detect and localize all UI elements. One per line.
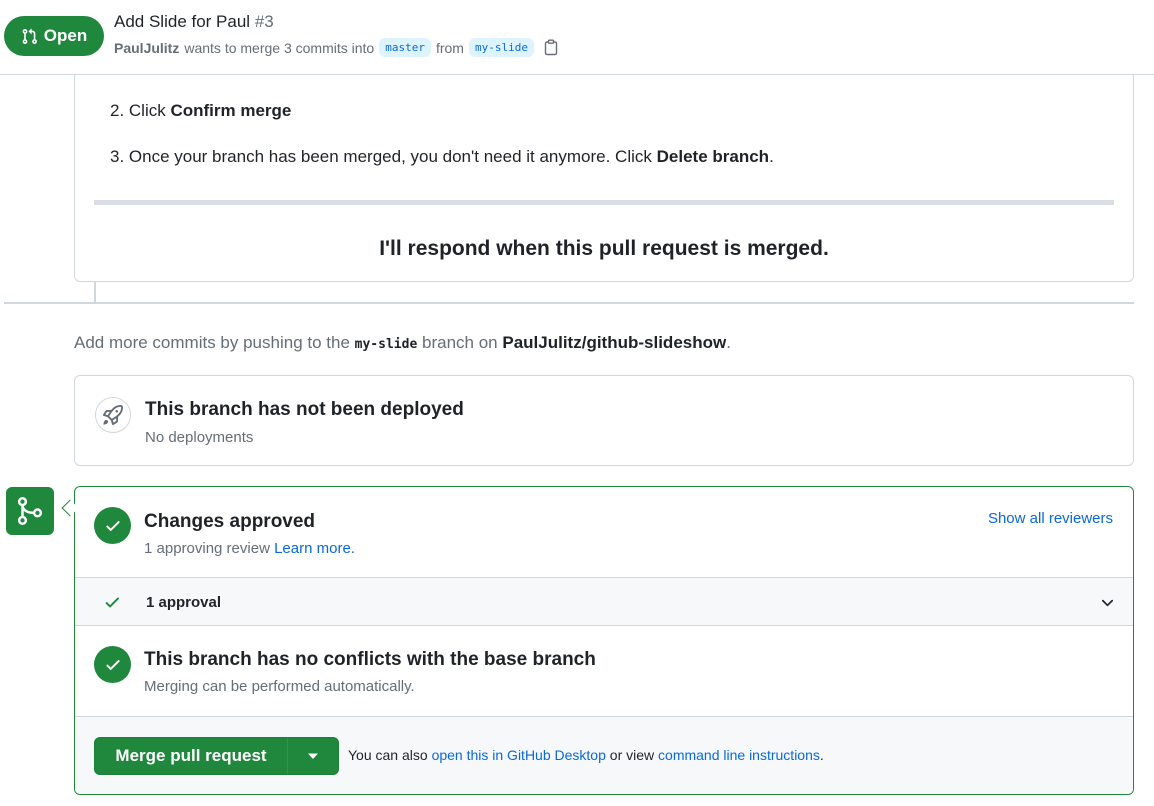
merge-method-dropdown[interactable] <box>287 737 339 775</box>
approved-sub-text: 1 approving review <box>144 540 270 557</box>
note-suffix: . <box>819 747 824 763</box>
no-conflicts-check-icon <box>94 646 131 683</box>
pr-number: #3 <box>254 12 274 31</box>
note-prefix: You can also <box>348 747 428 763</box>
git-merge-icon <box>6 487 54 535</box>
push-note-suffix: . <box>726 333 731 352</box>
merge-box: Changes approved 1 approving review Lear… <box>74 486 1134 795</box>
command-line-instructions-link[interactable]: command line instructions <box>658 747 820 763</box>
pr-header: Open Add Slide for Paul #3 PaulJulitz wa… <box>0 0 1154 75</box>
pr-title: Add Slide for Paul #3 <box>114 12 274 32</box>
no-conflicts-subtitle: Merging can be performed automatically. <box>144 678 415 695</box>
step-2-bold: Confirm merge <box>170 101 292 120</box>
step-3-suffix: . <box>769 147 774 166</box>
deploy-title: This branch has not been deployed <box>145 399 464 420</box>
git-pull-request-icon <box>22 28 37 44</box>
push-note-middle: branch on <box>422 333 498 352</box>
push-note-branch: my-slide <box>354 337 418 352</box>
push-note: Add more commits by pushing to the my-sl… <box>74 333 731 353</box>
rocket-icon <box>95 397 131 433</box>
approved-subtitle: 1 approving review Learn more. <box>144 540 355 557</box>
pr-title-text: Add Slide for Paul <box>114 12 251 31</box>
base-branch-tag[interactable]: master <box>379 38 431 57</box>
approved-check-icon <box>94 507 131 544</box>
step-2-text: 2. Click <box>110 101 166 120</box>
github-desktop-link[interactable]: open this in GitHub Desktop <box>432 747 606 763</box>
head-branch-tag[interactable]: my-slide <box>468 38 534 57</box>
step-3-text: 3. Once your branch has been merged, you… <box>110 147 652 166</box>
pr-meta: PaulJulitz wants to merge 3 commits into… <box>114 38 559 57</box>
triangle-down-icon <box>308 753 318 759</box>
learn-more-link[interactable]: Learn more. <box>274 540 355 557</box>
changes-approved-title: Changes approved <box>144 511 316 532</box>
from-text: from <box>435 39 464 56</box>
merge-footer: Merge pull request You can also open thi… <box>75 716 1133 794</box>
state-label: Open <box>43 26 88 45</box>
step-3-bold: Delete branch <box>656 147 770 166</box>
respond-heading: I'll respond when this pull request is m… <box>379 237 829 260</box>
timeline-line <box>94 282 96 302</box>
approval-row[interactable]: 1 approval <box>75 577 1133 626</box>
push-note-prefix: Add more commits by pushing to the <box>74 333 350 352</box>
divider <box>94 200 1114 205</box>
merge-text: wants to merge 3 commits into <box>184 39 375 56</box>
merge-note: You can also open this in GitHub Desktop… <box>348 747 824 763</box>
approval-label: 1 approval <box>146 594 222 611</box>
chevron-down-icon[interactable] <box>1100 595 1115 610</box>
author-link[interactable]: PaulJulitz <box>114 40 179 56</box>
deployment-box: This branch has not been deployed No dep… <box>74 375 1134 466</box>
deploy-subtitle: No deployments <box>145 429 254 446</box>
step-2: 2. Click Confirm merge <box>110 101 291 121</box>
state-badge-open: Open <box>4 16 104 56</box>
no-conflicts-title: This branch has no conflicts with the ba… <box>144 649 596 670</box>
copy-icon[interactable] <box>543 39 559 56</box>
note-middle: or view <box>609 747 655 763</box>
timeline-end-divider <box>4 302 1134 304</box>
step-3: 3. Once your branch has been merged, you… <box>110 147 774 167</box>
repo-link[interactable]: PaulJulitz/github-slideshow <box>502 333 726 352</box>
merge-pull-request-button[interactable]: Merge pull request <box>94 737 288 775</box>
check-icon <box>105 597 119 608</box>
show-all-reviewers-link[interactable]: Show all reviewers <box>988 510 1113 527</box>
